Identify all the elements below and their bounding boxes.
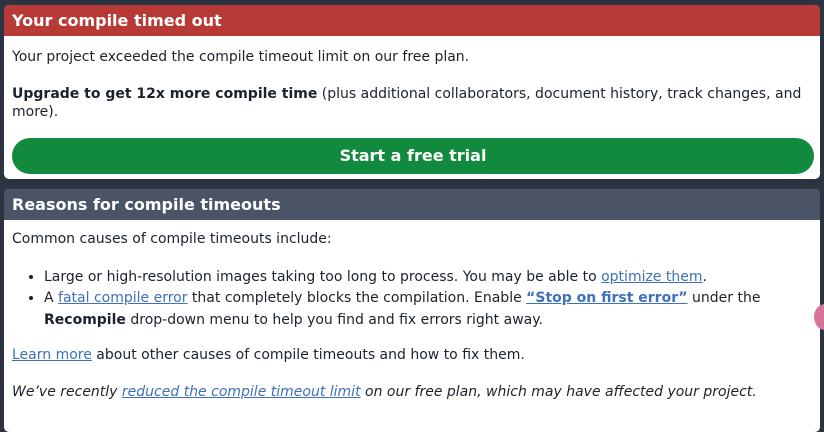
compile-timeout-card: Your compile timed out Your project exce…: [4, 5, 820, 179]
cause-text-end: .: [702, 269, 707, 285]
notice-text: We’ve recently: [12, 384, 122, 400]
cause-text-end: drop-down menu to help you find and fix …: [125, 312, 543, 328]
upgrade-message: Upgrade to get 12x more compile time (pl…: [12, 66, 812, 121]
timeout-card-body: Your project exceeded the compile timeou…: [4, 36, 820, 174]
timeout-limit-notice: We’ve recently reduced the compile timeo…: [12, 364, 812, 401]
timeout-card-title: Your compile timed out: [4, 5, 820, 36]
reduced-timeout-limit-link[interactable]: reduced the compile timeout limit: [122, 384, 361, 400]
notice-text-end: on our free plan, which may have affecte…: [360, 384, 757, 400]
start-free-trial-button[interactable]: Start a free trial: [12, 138, 814, 174]
cause-text: that completely blocks the compilation. …: [187, 290, 527, 306]
stop-on-first-error-link[interactable]: “Stop on first error”: [526, 290, 687, 306]
causes-list: Large or high-resolution images taking t…: [12, 266, 812, 331]
optimize-them-link[interactable]: optimize them: [601, 269, 702, 285]
cause-text: Large or high-resolution images taking t…: [44, 269, 602, 285]
reasons-intro: Common causes of compile timeouts includ…: [12, 231, 332, 247]
timeout-message: Your project exceeded the compile timeou…: [12, 49, 470, 65]
fatal-compile-error-link[interactable]: fatal compile error: [58, 290, 187, 306]
learn-more-paragraph: Learn more about other causes of compile…: [12, 331, 812, 364]
upgrade-bold-text: Upgrade to get 12x more compile time: [12, 86, 318, 102]
compile-log-pane: Your compile timed out Your project exce…: [0, 0, 824, 432]
recompile-label: Recompile: [44, 312, 126, 328]
learn-more-link[interactable]: Learn more: [12, 347, 92, 363]
cause-text: under the: [687, 290, 761, 306]
learn-more-text: about other causes of compile timeouts a…: [91, 347, 525, 363]
timeout-reasons-card: Reasons for compile timeouts Common caus…: [4, 189, 820, 432]
reasons-card-body: Common causes of compile timeouts includ…: [4, 220, 820, 401]
list-item: Large or high-resolution images taking t…: [44, 266, 812, 288]
cause-text: A: [44, 290, 59, 306]
reasons-card-title: Reasons for compile timeouts: [4, 189, 820, 220]
list-item: A fatal compile error that completely bl…: [44, 287, 812, 331]
